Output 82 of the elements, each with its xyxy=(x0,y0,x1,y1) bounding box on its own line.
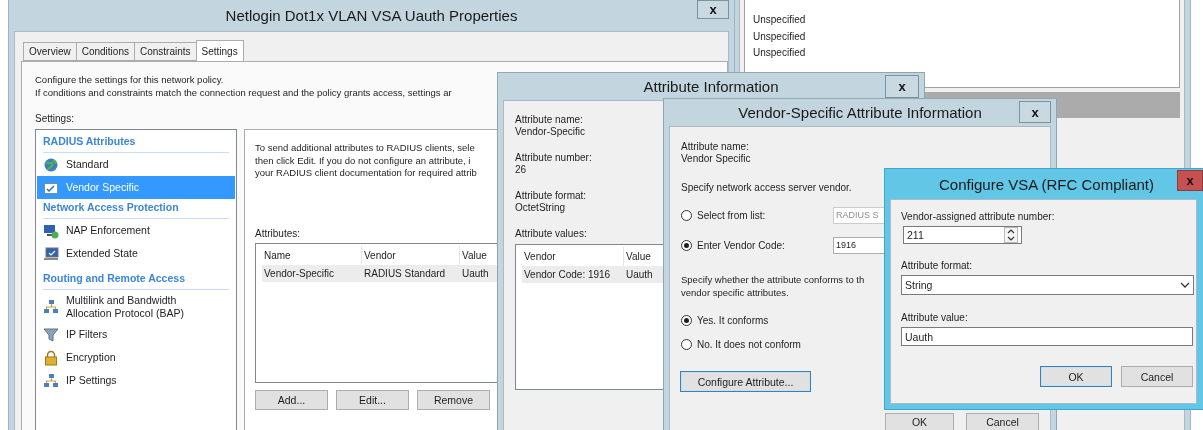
table-cell-text: Uauth xyxy=(625,268,654,282)
settings-item[interactable]: Multilink and Bandwidth Allocation Protocol (BAP) xyxy=(37,290,235,323)
funnel-icon xyxy=(43,326,59,343)
field-value: Vendor Specific xyxy=(681,153,751,165)
lock-icon xyxy=(43,349,59,366)
value-field[interactable]: Uauth xyxy=(901,327,1193,346)
settings-item[interactable]: IP Settings xyxy=(37,369,235,392)
close-button[interactable]: x xyxy=(1177,170,1203,191)
close-button[interactable]: x xyxy=(885,75,919,98)
prompt-text: Specify whether the attribute conforms to th xyxy=(681,273,865,286)
table-cell-text: Vendor Code: 1916 xyxy=(523,268,612,282)
network-icon xyxy=(43,372,59,389)
dialog-button[interactable]: Edit... xyxy=(336,389,409,410)
spinner-icon[interactable] xyxy=(1004,227,1018,243)
settings-label: Settings: xyxy=(35,113,74,125)
window-title: Configure VSA (RFC Compliant) xyxy=(938,175,1155,193)
field-value: 26 xyxy=(515,164,527,176)
window-title: Netlogin Dot1x VLAN VSA Uauth Properties xyxy=(225,7,518,24)
settings-item[interactable]: Encryption xyxy=(37,346,235,369)
tab[interactable]: Conditions xyxy=(75,42,135,61)
section-heading: Routing and Remote Access xyxy=(43,270,229,290)
prompt-text: Specify network access server vendor. xyxy=(681,182,852,194)
tab[interactable]: Settings xyxy=(195,40,244,61)
table-row[interactable]: Vendor-Specific RADIUS Standard Uauth xyxy=(262,264,498,282)
tab[interactable]: Overview xyxy=(23,42,77,61)
radio-button[interactable] xyxy=(681,239,692,251)
description-text: your RADIUS client documentation for required attrib xyxy=(255,167,477,180)
field-label: Attribute name: xyxy=(681,141,749,153)
settings-item[interactable]: IP Filters xyxy=(37,323,235,346)
close-button[interactable]: x xyxy=(697,0,729,19)
radio-label[interactable]: Yes. It conforms xyxy=(697,314,828,326)
tab[interactable]: Constraints xyxy=(133,42,197,61)
network-icon xyxy=(43,298,59,315)
radio-label[interactable]: No. It does not conform xyxy=(697,338,828,350)
field-label: Attribute value: xyxy=(901,312,968,324)
dialog-button[interactable]: Cancel xyxy=(966,413,1039,430)
settings-item[interactable]: Standard xyxy=(37,153,235,176)
format-dropdown[interactable]: String xyxy=(901,275,1194,295)
table-cell-text: RADIUS Standard xyxy=(363,266,447,281)
column-header[interactable]: Vendor xyxy=(362,245,460,265)
column-header[interactable]: Name xyxy=(262,245,362,265)
description-text: then click Edit. If you do not configure an attribute, i xyxy=(255,154,471,167)
dialog-button[interactable]: Remove xyxy=(417,389,490,410)
radio-label[interactable]: Enter Vendor Code: xyxy=(697,239,828,251)
list-item[interactable]: Unspecified xyxy=(753,12,1171,29)
field-label: Attribute name: xyxy=(515,114,583,126)
field-value: Vendor-Specific xyxy=(515,126,586,138)
field-label: Vendor-assigned attribute number: xyxy=(901,211,1055,223)
list-item[interactable]: Unspecified xyxy=(753,28,1171,45)
attributes-label: Attributes: xyxy=(255,227,301,240)
radio-button[interactable] xyxy=(681,338,692,350)
field-label: Attribute number: xyxy=(515,152,592,164)
globe-icon xyxy=(43,156,59,173)
table-cell-text: Uauth xyxy=(461,266,490,281)
table-row[interactable]: Vendor Code: 1916 Uauth xyxy=(522,266,665,283)
description-text: To send additional attributes to RADIUS clients, sele xyxy=(255,142,475,155)
values-label: Attribute values: xyxy=(515,228,587,240)
window-title: Attribute Information xyxy=(643,78,779,95)
monitor-shield-icon xyxy=(43,222,59,239)
configure-button[interactable]: Configure Attribute... xyxy=(680,371,811,392)
settings-item[interactable]: NAP Enforcement xyxy=(37,219,235,242)
monitor-icon xyxy=(43,245,59,262)
section-heading: Network Access Protection xyxy=(43,199,229,219)
window-title: Vendor-Specific Attribute Information xyxy=(738,104,982,121)
dialog-button[interactable]: Add... xyxy=(255,389,328,410)
field-label: Attribute format: xyxy=(515,190,587,202)
intro-text: If conditions and constraints match the connection request and the policy grants access, settings ar xyxy=(35,86,452,99)
dialog-button[interactable]: OK xyxy=(885,413,954,430)
field-value: OctetString xyxy=(515,202,566,214)
radio-button[interactable] xyxy=(681,314,692,326)
chevron-down-icon xyxy=(1180,282,1190,288)
dialog-button[interactable]: Cancel xyxy=(1121,366,1193,387)
close-button[interactable]: x xyxy=(1019,101,1051,123)
number-field[interactable]: 211 xyxy=(903,226,1022,244)
dialog-button[interactable]: OK xyxy=(1040,366,1112,387)
section-heading: RADIUS Attributes xyxy=(43,133,229,153)
settings-item[interactable]: Extended State xyxy=(37,242,235,265)
field-label: Attribute format: xyxy=(901,260,973,272)
prompt-text: vendor specific attributes. xyxy=(681,286,789,299)
list-item[interactable]: Unspecified xyxy=(753,45,1171,62)
intro-text: Configure the settings for this network policy. xyxy=(35,73,224,86)
table-cell-text: Vendor-Specific xyxy=(263,266,336,281)
